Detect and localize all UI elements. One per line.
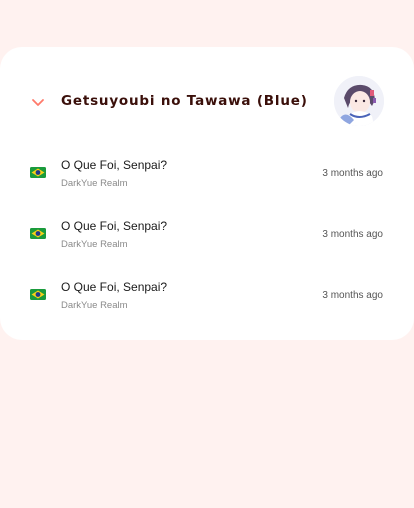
scanlation-group[interactable]: DarkYue Realm bbox=[61, 300, 128, 311]
chapter-row[interactable]: O Que Foi, Senpai? DarkYue Realm 3 month… bbox=[0, 272, 414, 322]
chapter-title: O Que Foi, Senpai? bbox=[61, 158, 168, 172]
chapter-title: O Que Foi, Senpai? bbox=[61, 280, 168, 294]
manga-title[interactable]: Getsuyoubi no Tawawa (Blue) bbox=[61, 93, 308, 109]
brazil-flag-icon bbox=[30, 289, 46, 300]
chapter-timestamp: 3 months ago bbox=[322, 229, 383, 240]
scanlation-group[interactable]: DarkYue Realm bbox=[61, 239, 128, 250]
chapter-timestamp: 3 months ago bbox=[322, 290, 383, 301]
chapter-title: O Que Foi, Senpai? bbox=[61, 219, 168, 233]
manga-cover-thumbnail[interactable] bbox=[334, 76, 384, 126]
brazil-flag-icon bbox=[30, 228, 46, 239]
brazil-flag-icon bbox=[30, 167, 46, 178]
scanlation-group[interactable]: DarkYue Realm bbox=[61, 178, 128, 189]
chapter-timestamp: 3 months ago bbox=[322, 168, 383, 179]
manga-update-card: Getsuyoubi no Tawawa (Blue) O Que Foi, S… bbox=[0, 47, 414, 340]
chevron-down-icon[interactable] bbox=[30, 97, 46, 107]
chapter-row[interactable]: O Que Foi, Senpai? DarkYue Realm 3 month… bbox=[0, 150, 414, 200]
chapter-row[interactable]: O Que Foi, Senpai? DarkYue Realm 3 month… bbox=[0, 211, 414, 261]
manga-header: Getsuyoubi no Tawawa (Blue) bbox=[0, 47, 414, 157]
